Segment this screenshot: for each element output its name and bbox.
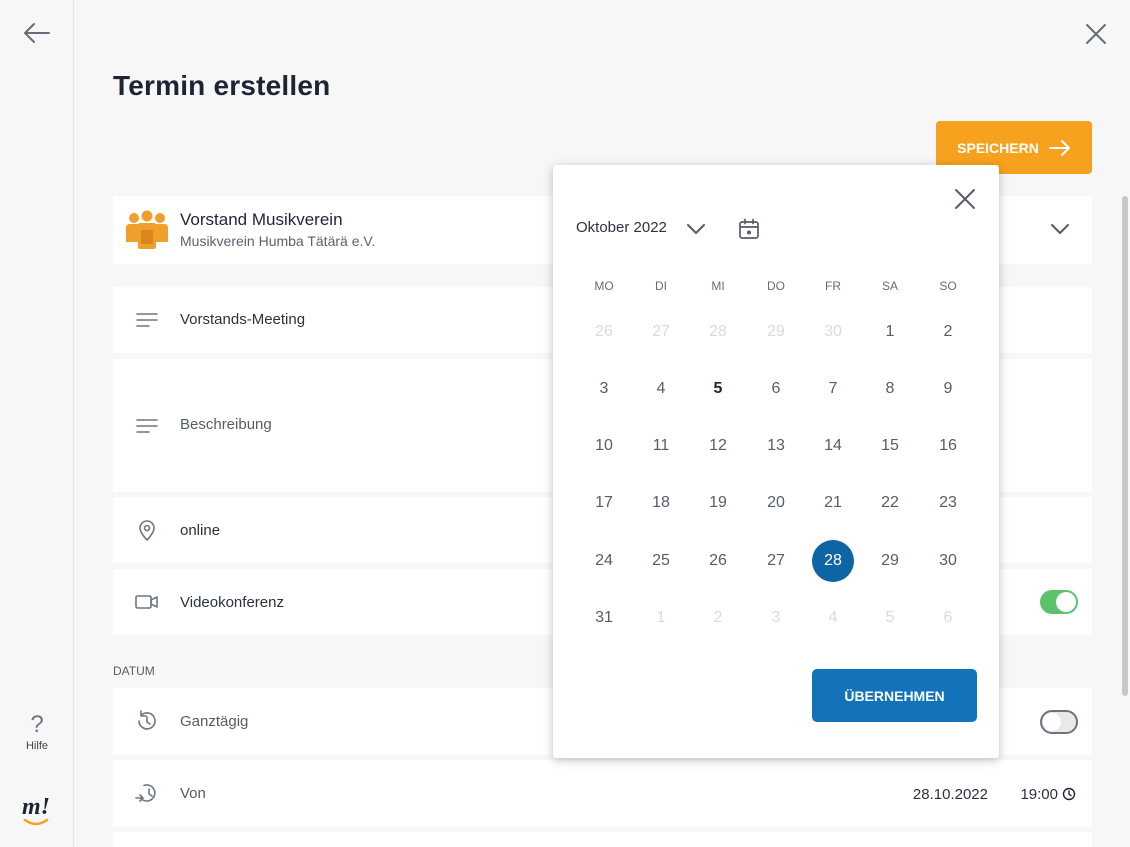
date-picker-popup: Oktober 2022 MO DI MI DO FR SA SO 26 27 28 29 30 1 2… (553, 165, 999, 758)
calendar-day-outside: 5 (885, 609, 895, 626)
calendar-day[interactable]: 12 (697, 425, 739, 467)
calendar-day[interactable]: 16 (927, 425, 969, 467)
calendar-day-selected[interactable]: 28 (812, 540, 854, 582)
location-pin-icon (135, 518, 159, 542)
from-row[interactable]: Von 28.10.2022 19:00 (113, 760, 1092, 827)
calendar-day[interactable]: 22 (869, 482, 911, 524)
title-value: Vorstands-Meeting (180, 311, 306, 328)
calendar-day[interactable]: 5 (697, 368, 739, 410)
calendar-day[interactable]: 3 (583, 368, 625, 410)
logo-text: m! (22, 794, 50, 820)
calendar-day-outside: 4 (828, 609, 838, 626)
calendar-day[interactable]: 13 (755, 425, 797, 467)
calendar-day[interactable]: 21 (812, 482, 854, 524)
history-clock-icon (135, 709, 159, 733)
weekday-label: MO (594, 279, 614, 293)
text-lines-icon (135, 308, 159, 332)
calendar-day[interactable]: 26 (697, 540, 739, 582)
calendar-day-outside: 27 (652, 323, 670, 340)
sidebar: ? Hilfe m! (0, 0, 74, 847)
app-logo: m! (20, 790, 54, 830)
calendar-today-icon[interactable] (738, 218, 760, 240)
calendar-day[interactable]: 1 (869, 311, 911, 353)
from-label: Von (180, 785, 206, 802)
month-year-label[interactable]: Oktober 2022 (576, 219, 667, 236)
help-button[interactable]: ? Hilfe (18, 711, 56, 753)
close-icon[interactable] (953, 187, 977, 211)
back-arrow-icon[interactable] (22, 20, 52, 46)
video-camera-icon (135, 590, 159, 614)
clock-icon (1062, 787, 1076, 801)
calendar-day-outside: 26 (595, 323, 613, 340)
calendar-day[interactable]: 18 (640, 482, 682, 524)
all-day-label: Ganztägig (180, 713, 249, 730)
organization-name: Vorstand Musikverein (180, 210, 343, 229)
calendar-day[interactable]: 6 (755, 368, 797, 410)
calendar-day[interactable]: 17 (583, 482, 625, 524)
to-row[interactable] (113, 832, 1092, 847)
calendar-day[interactable]: 15 (869, 425, 911, 467)
calendar-day[interactable]: 19 (697, 482, 739, 524)
weekday-label: MI (711, 279, 725, 293)
video-label: Videokonferenz (180, 594, 284, 611)
calendar-day[interactable]: 31 (583, 597, 625, 639)
calendar-day-outside: 30 (824, 323, 842, 340)
page-title: Termin erstellen (113, 70, 331, 101)
apply-button[interactable]: ÜBERNEHMEN (812, 669, 977, 722)
calendar-day[interactable]: 7 (812, 368, 854, 410)
calendar-day-outside: 1 (656, 609, 666, 626)
calendar-day-outside: 3 (771, 609, 781, 626)
organization-subtitle: Musikverein Humba Tätärä e.V. (180, 233, 376, 249)
weekday-label: FR (825, 279, 841, 293)
from-time[interactable]: 19:00 (1020, 786, 1058, 803)
calendar-day[interactable]: 14 (812, 425, 854, 467)
chevron-down-icon[interactable] (1050, 222, 1070, 236)
calendar-day[interactable]: 24 (583, 540, 625, 582)
calendar-day[interactable]: 9 (927, 368, 969, 410)
calendar-day-outside: 29 (767, 323, 785, 340)
arrow-right-icon (1048, 139, 1070, 156)
calendar-day[interactable]: 10 (583, 425, 625, 467)
calendar-day[interactable]: 4 (640, 368, 682, 410)
weekday-label: DO (767, 279, 785, 293)
all-day-toggle[interactable] (1040, 710, 1078, 734)
calendar-day[interactable]: 11 (640, 425, 682, 467)
calendar-day-outside: 6 (943, 609, 953, 626)
calendar-day[interactable]: 29 (869, 540, 911, 582)
text-lines-icon (135, 414, 159, 438)
question-icon: ? (30, 711, 44, 738)
calendar-day[interactable]: 20 (755, 482, 797, 524)
calendar-day[interactable]: 8 (869, 368, 911, 410)
date-section-label: DATUM (113, 664, 155, 678)
close-icon[interactable] (1084, 22, 1108, 46)
calendar-day[interactable]: 25 (640, 540, 682, 582)
calendar-day-outside: 28 (709, 323, 727, 340)
help-label: Hilfe (25, 740, 48, 752)
weekday-label: DI (655, 279, 667, 293)
calendar-day[interactable]: 23 (927, 482, 969, 524)
calendar-day[interactable]: 2 (927, 311, 969, 353)
weekday-label: SA (881, 279, 898, 293)
calendar-day[interactable]: 27 (755, 540, 797, 582)
save-button-label: SPEICHERN (957, 139, 1039, 156)
weekday-label: SO (939, 279, 957, 293)
group-icon (123, 208, 171, 252)
scrollbar[interactable] (1122, 196, 1128, 696)
location-value: online (180, 522, 221, 539)
from-date[interactable]: 28.10.2022 (913, 786, 988, 803)
chevron-down-icon[interactable] (686, 222, 706, 236)
calendar-day[interactable]: 30 (927, 540, 969, 582)
clock-start-icon (135, 781, 159, 805)
video-toggle[interactable] (1040, 590, 1078, 614)
description-placeholder: Beschreibung (180, 416, 272, 433)
calendar-day-outside: 2 (713, 609, 723, 626)
